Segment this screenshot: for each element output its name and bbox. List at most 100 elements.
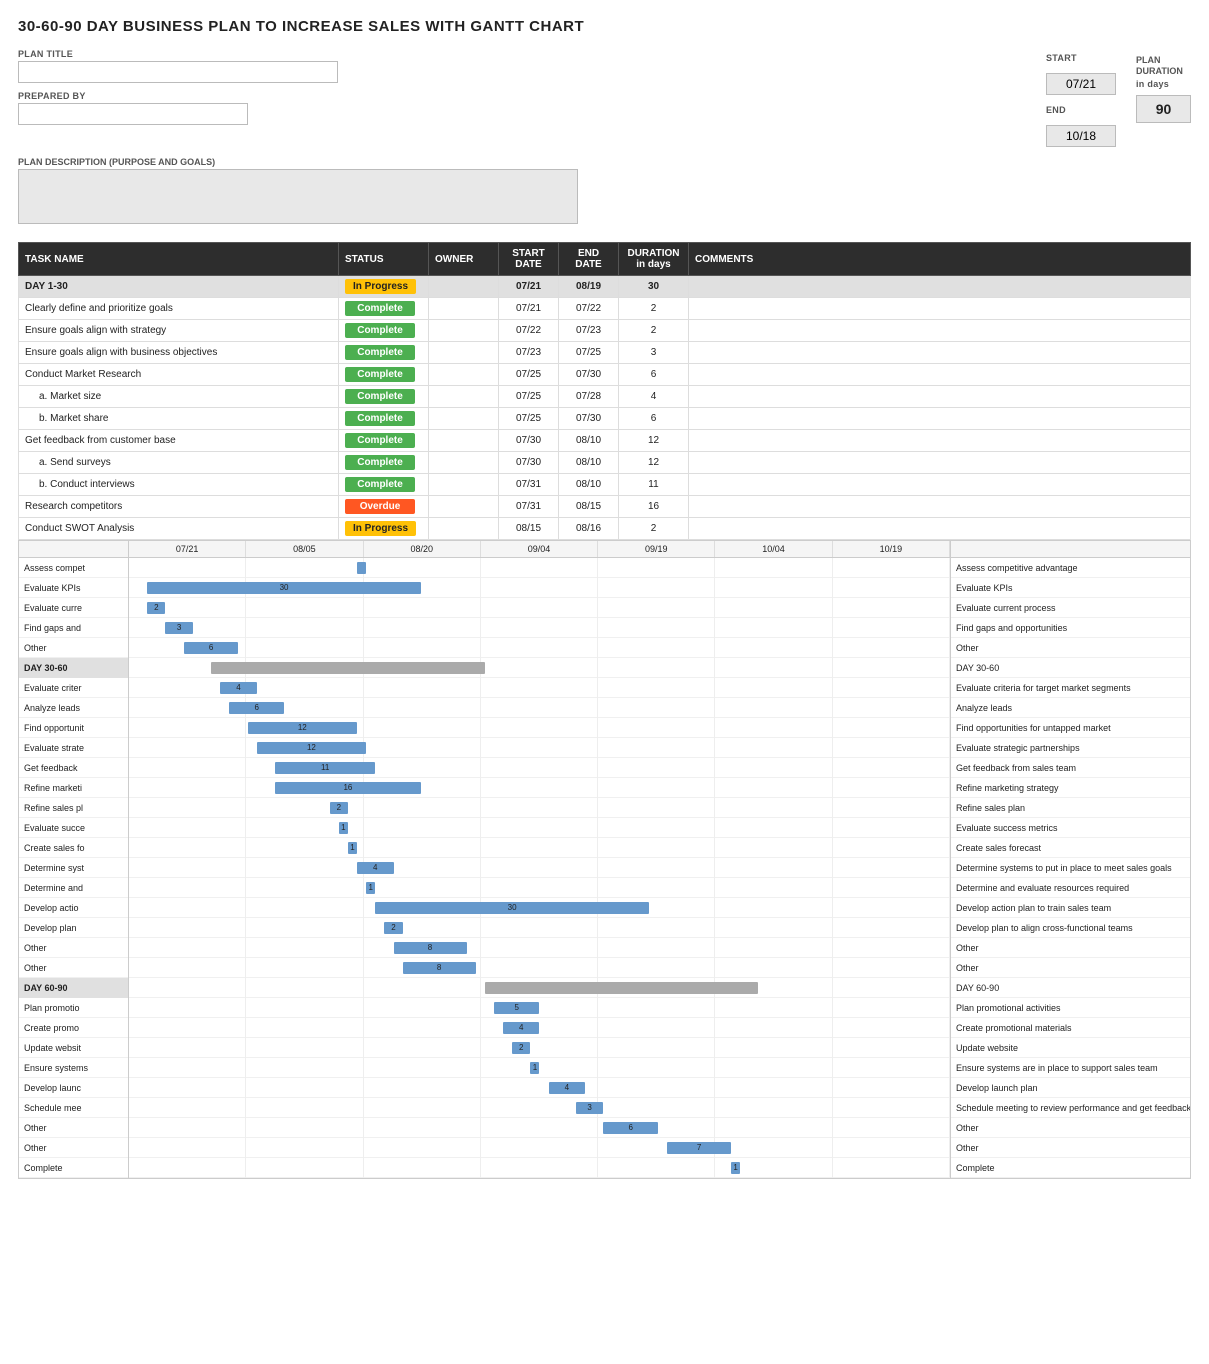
- owner-cell: [429, 320, 499, 342]
- end-date-cell: 07/28: [559, 386, 619, 408]
- end-date-cell: 07/25: [559, 342, 619, 364]
- chart-row-name: Schedule meeting to review performance a…: [950, 1098, 1190, 1118]
- chart-row-label: DAY 30-60: [19, 658, 129, 678]
- th-startdate: START DATE: [499, 243, 559, 276]
- task-name-cell: Conduct SWOT Analysis: [19, 518, 339, 540]
- table-row: b. Market share Complete 07/25 07/30 6: [19, 408, 1191, 430]
- chart-row: Other8Other: [19, 938, 1190, 958]
- chart-row-name: Develop action plan to train sales team: [950, 898, 1190, 918]
- chart-row: Update websit2Update website: [19, 1038, 1190, 1058]
- plan-duration-label: PLANDURATION: [1136, 55, 1183, 77]
- gantt-bar: [357, 562, 366, 574]
- chart-row-name: Determine systems to put in place to mee…: [950, 858, 1190, 878]
- task-name-cell: Conduct Market Research: [19, 364, 339, 386]
- table-row: a. Send surveys Complete 07/30 08/10 12: [19, 452, 1191, 474]
- owner-cell: [429, 430, 499, 452]
- chart-row: Evaluate strate12Evaluate strategic part…: [19, 738, 1190, 758]
- comments-cell: [689, 386, 1191, 408]
- chart-row: DAY 60-90DAY 60-90: [19, 978, 1190, 998]
- chart-row-label: Determine and: [19, 878, 129, 898]
- table-row: Ensure goals align with strategy Complet…: [19, 320, 1191, 342]
- gantt-bar: 8: [394, 942, 467, 954]
- chart-row: Analyze leads6Analyze leads: [19, 698, 1190, 718]
- comments-cell: [689, 496, 1191, 518]
- gantt-bar: 8: [403, 962, 476, 974]
- chart-row-name: Refine sales plan: [950, 798, 1190, 818]
- status-cell: In Progress: [339, 276, 429, 298]
- task-name-cell: a. Send surveys: [19, 452, 339, 474]
- chart-row: Evaluate criter4Evaluate criteria for ta…: [19, 678, 1190, 698]
- duration-cell: 12: [619, 452, 689, 474]
- gantt-bar: 11: [275, 762, 375, 774]
- chart-row-name: Determine and evaluate resources require…: [950, 878, 1190, 898]
- chart-row-label: Refine marketi: [19, 778, 129, 798]
- start-date-cell: 07/23: [499, 342, 559, 364]
- table-row: a. Market size Complete 07/25 07/28 4: [19, 386, 1191, 408]
- task-name-cell: DAY 1-30: [19, 276, 339, 298]
- chart-row: Other8Other: [19, 958, 1190, 978]
- gantt-bar: 12: [248, 722, 357, 734]
- plan-title-input[interactable]: [18, 61, 338, 83]
- comments-cell: [689, 452, 1191, 474]
- owner-cell: [429, 452, 499, 474]
- duration-cell: 3: [619, 342, 689, 364]
- chart-date-label: 10/04: [715, 541, 832, 557]
- chart-row: Other7Other: [19, 1138, 1190, 1158]
- chart-row-name: Other: [950, 638, 1190, 658]
- gantt-bar: [485, 982, 759, 994]
- owner-cell: [429, 408, 499, 430]
- status-cell: Complete: [339, 474, 429, 496]
- th-enddate: END DATE: [559, 243, 619, 276]
- chart-row: Evaluate succe1Evaluate success metrics: [19, 818, 1190, 838]
- gantt-bar: [211, 662, 485, 674]
- chart-row-label: Ensure systems: [19, 1058, 129, 1078]
- chart-row: Plan promotio5Plan promotional activitie…: [19, 998, 1190, 1018]
- start-date-input[interactable]: [1046, 73, 1116, 95]
- chart-row-label: DAY 60-90: [19, 978, 129, 998]
- duration-cell: 11: [619, 474, 689, 496]
- duration-cell: 2: [619, 518, 689, 540]
- chart-row: Complete1Complete: [19, 1158, 1190, 1178]
- gantt-bar: 6: [603, 1122, 658, 1134]
- chart-row: DAY 30-60DAY 30-60: [19, 658, 1190, 678]
- chart-row: Assess competAssess competitive advantag…: [19, 558, 1190, 578]
- comments-cell: [689, 342, 1191, 364]
- th-duration: DURATION in days: [619, 243, 689, 276]
- end-date-cell: 08/10: [559, 430, 619, 452]
- gantt-bar: 1: [348, 842, 357, 854]
- gantt-bar: 16: [275, 782, 421, 794]
- comments-cell: [689, 298, 1191, 320]
- status-cell: Complete: [339, 364, 429, 386]
- duration-cell: 12: [619, 430, 689, 452]
- chart-row-label: Develop actio: [19, 898, 129, 918]
- table-row: Ensure goals align with business objecti…: [19, 342, 1191, 364]
- chart-row-label: Update websit: [19, 1038, 129, 1058]
- chart-row-name: Other: [950, 938, 1190, 958]
- prepared-by-input[interactable]: [18, 103, 248, 125]
- status-cell: In Progress: [339, 518, 429, 540]
- end-date-input[interactable]: [1046, 125, 1116, 147]
- status-cell: Complete: [339, 342, 429, 364]
- chart-row: Evaluate KPIs30Evaluate KPIs: [19, 578, 1190, 598]
- gantt-bar: 1: [366, 882, 375, 894]
- th-taskname: TASK NAME: [19, 243, 339, 276]
- status-cell: Complete: [339, 408, 429, 430]
- gantt-bar: 3: [165, 622, 192, 634]
- gantt-bar: 2: [147, 602, 165, 614]
- chart-row-label: Create promo: [19, 1018, 129, 1038]
- th-comments: COMMENTS: [689, 243, 1191, 276]
- chart-row-label: Evaluate criter: [19, 678, 129, 698]
- chart-row-label: Assess compet: [19, 558, 129, 578]
- chart-row-name: Evaluate strategic partnerships: [950, 738, 1190, 758]
- end-date-cell: 08/10: [559, 474, 619, 496]
- chart-row-name: Other: [950, 958, 1190, 978]
- end-date-cell: 07/23: [559, 320, 619, 342]
- task-name-cell: Ensure goals align with strategy: [19, 320, 339, 342]
- gantt-bar: 7: [667, 1142, 731, 1154]
- gantt-bar: 4: [220, 682, 256, 694]
- chart-row-name: Find opportunities for untapped market: [950, 718, 1190, 738]
- description-input[interactable]: [18, 169, 578, 224]
- chart-row-name: Complete: [950, 1158, 1190, 1178]
- chart-row-label: Evaluate succe: [19, 818, 129, 838]
- chart-row: Refine marketi16Refine marketing strateg…: [19, 778, 1190, 798]
